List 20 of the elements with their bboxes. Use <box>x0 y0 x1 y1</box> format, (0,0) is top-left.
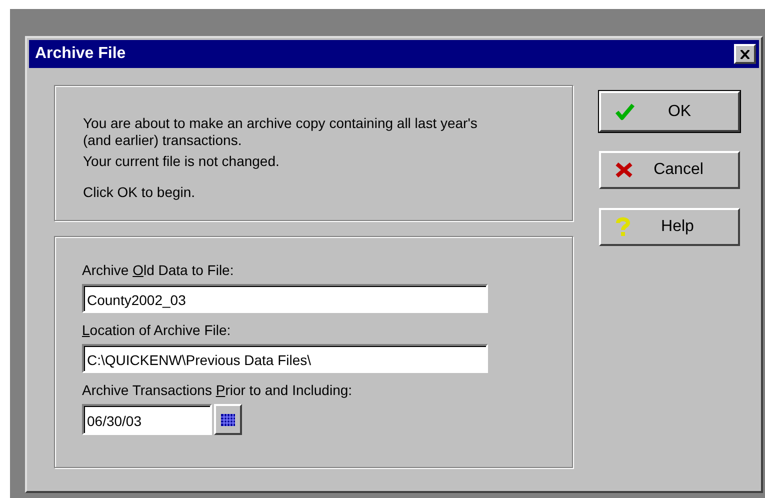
message-text: Click OK to begin. <box>83 184 196 201</box>
question-mark-icon <box>615 217 631 237</box>
close-button[interactable] <box>734 44 756 64</box>
cancel-button[interactable]: Cancel <box>599 151 740 189</box>
field-label: Archive Transactions Prior to and Including: <box>82 381 354 400</box>
x-icon <box>615 162 633 178</box>
close-icon <box>740 50 750 58</box>
calendar-icon <box>221 414 235 426</box>
window-title: Archive File <box>35 45 126 63</box>
input-field[interactable]: County2002_03 <box>82 284 488 313</box>
ok-button[interactable]: OK <box>599 91 740 132</box>
help-button[interactable]: Help <box>599 208 740 246</box>
date-field[interactable]: 06/30/03 <box>82 404 212 435</box>
calendar-button[interactable] <box>214 404 242 435</box>
field-label: Archive Old Data to File: <box>82 261 235 280</box>
input-field[interactable]: C:\QUICKENW\Previous Data Files\ <box>82 344 488 373</box>
field-label: Location of Archive File: <box>82 321 232 340</box>
message-text: Your current file is not changed. <box>83 153 280 170</box>
message-text: You are about to make an archive copy containing all last year's (and earlier) transactions. <box>83 115 478 149</box>
checkmark-icon <box>615 102 635 120</box>
